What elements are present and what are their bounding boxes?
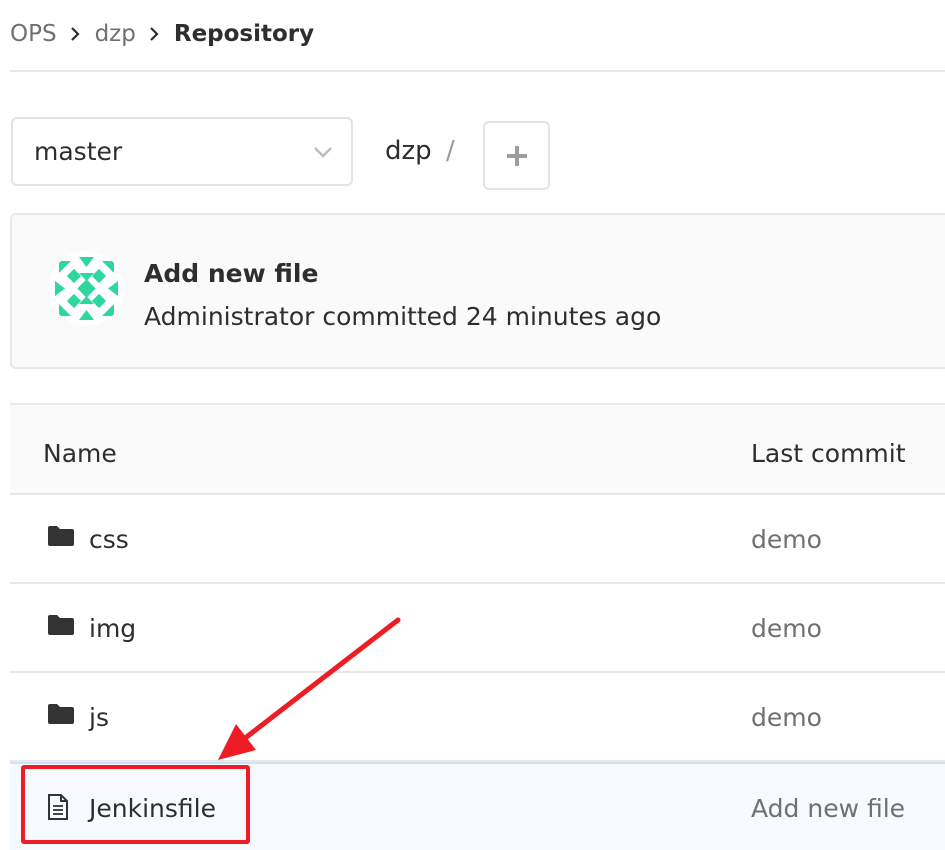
column-header-name: Name <box>43 439 117 468</box>
commit-title[interactable]: Add new file <box>144 259 318 288</box>
path-separator: / <box>446 136 455 166</box>
last-commit-message[interactable]: Add new file <box>751 794 905 823</box>
folder-icon <box>47 703 75 729</box>
table-header: Name Last commit <box>10 405 945 495</box>
path-segment-dzp[interactable]: dzp <box>385 136 432 166</box>
last-commit-message[interactable]: demo <box>751 525 822 554</box>
folder-icon <box>47 525 75 551</box>
table-row[interactable]: js demo <box>10 673 945 762</box>
breadcrumb: OPS dzp Repository <box>10 16 314 52</box>
breadcrumb-divider <box>10 70 945 72</box>
table-row[interactable]: css demo <box>10 495 945 584</box>
add-to-tree-button[interactable] <box>483 121 550 190</box>
breadcrumb-dzp[interactable]: dzp <box>95 21 136 47</box>
breadcrumb-repository: Repository <box>173 21 315 47</box>
branch-dropdown-label: master <box>34 137 123 166</box>
file-name[interactable]: css <box>89 525 129 554</box>
folder-icon <box>47 614 75 640</box>
commit-meta: Administrator committed 24 minutes ago <box>144 302 662 331</box>
column-header-last-commit: Last commit <box>751 439 906 468</box>
last-commit-message[interactable]: demo <box>751 703 822 732</box>
repository-page: OPS dzp Repository master dzp / Add new … <box>0 0 945 850</box>
chevron-right-icon <box>70 27 80 41</box>
chevron-down-icon <box>313 143 333 162</box>
table-row[interactable]: img demo <box>10 584 945 673</box>
last-commit-message[interactable]: demo <box>751 614 822 643</box>
chevron-right-icon <box>149 27 159 41</box>
file-name[interactable]: img <box>89 614 136 643</box>
plus-icon <box>506 145 527 166</box>
avatar[interactable] <box>49 251 124 326</box>
branch-dropdown[interactable]: master <box>11 117 353 186</box>
file-name[interactable]: js <box>89 703 109 732</box>
last-commit-box: Add new file Administrator committed 24 … <box>10 213 945 369</box>
breadcrumb-ops[interactable]: OPS <box>10 21 57 47</box>
annotation-highlight-box <box>21 765 250 844</box>
